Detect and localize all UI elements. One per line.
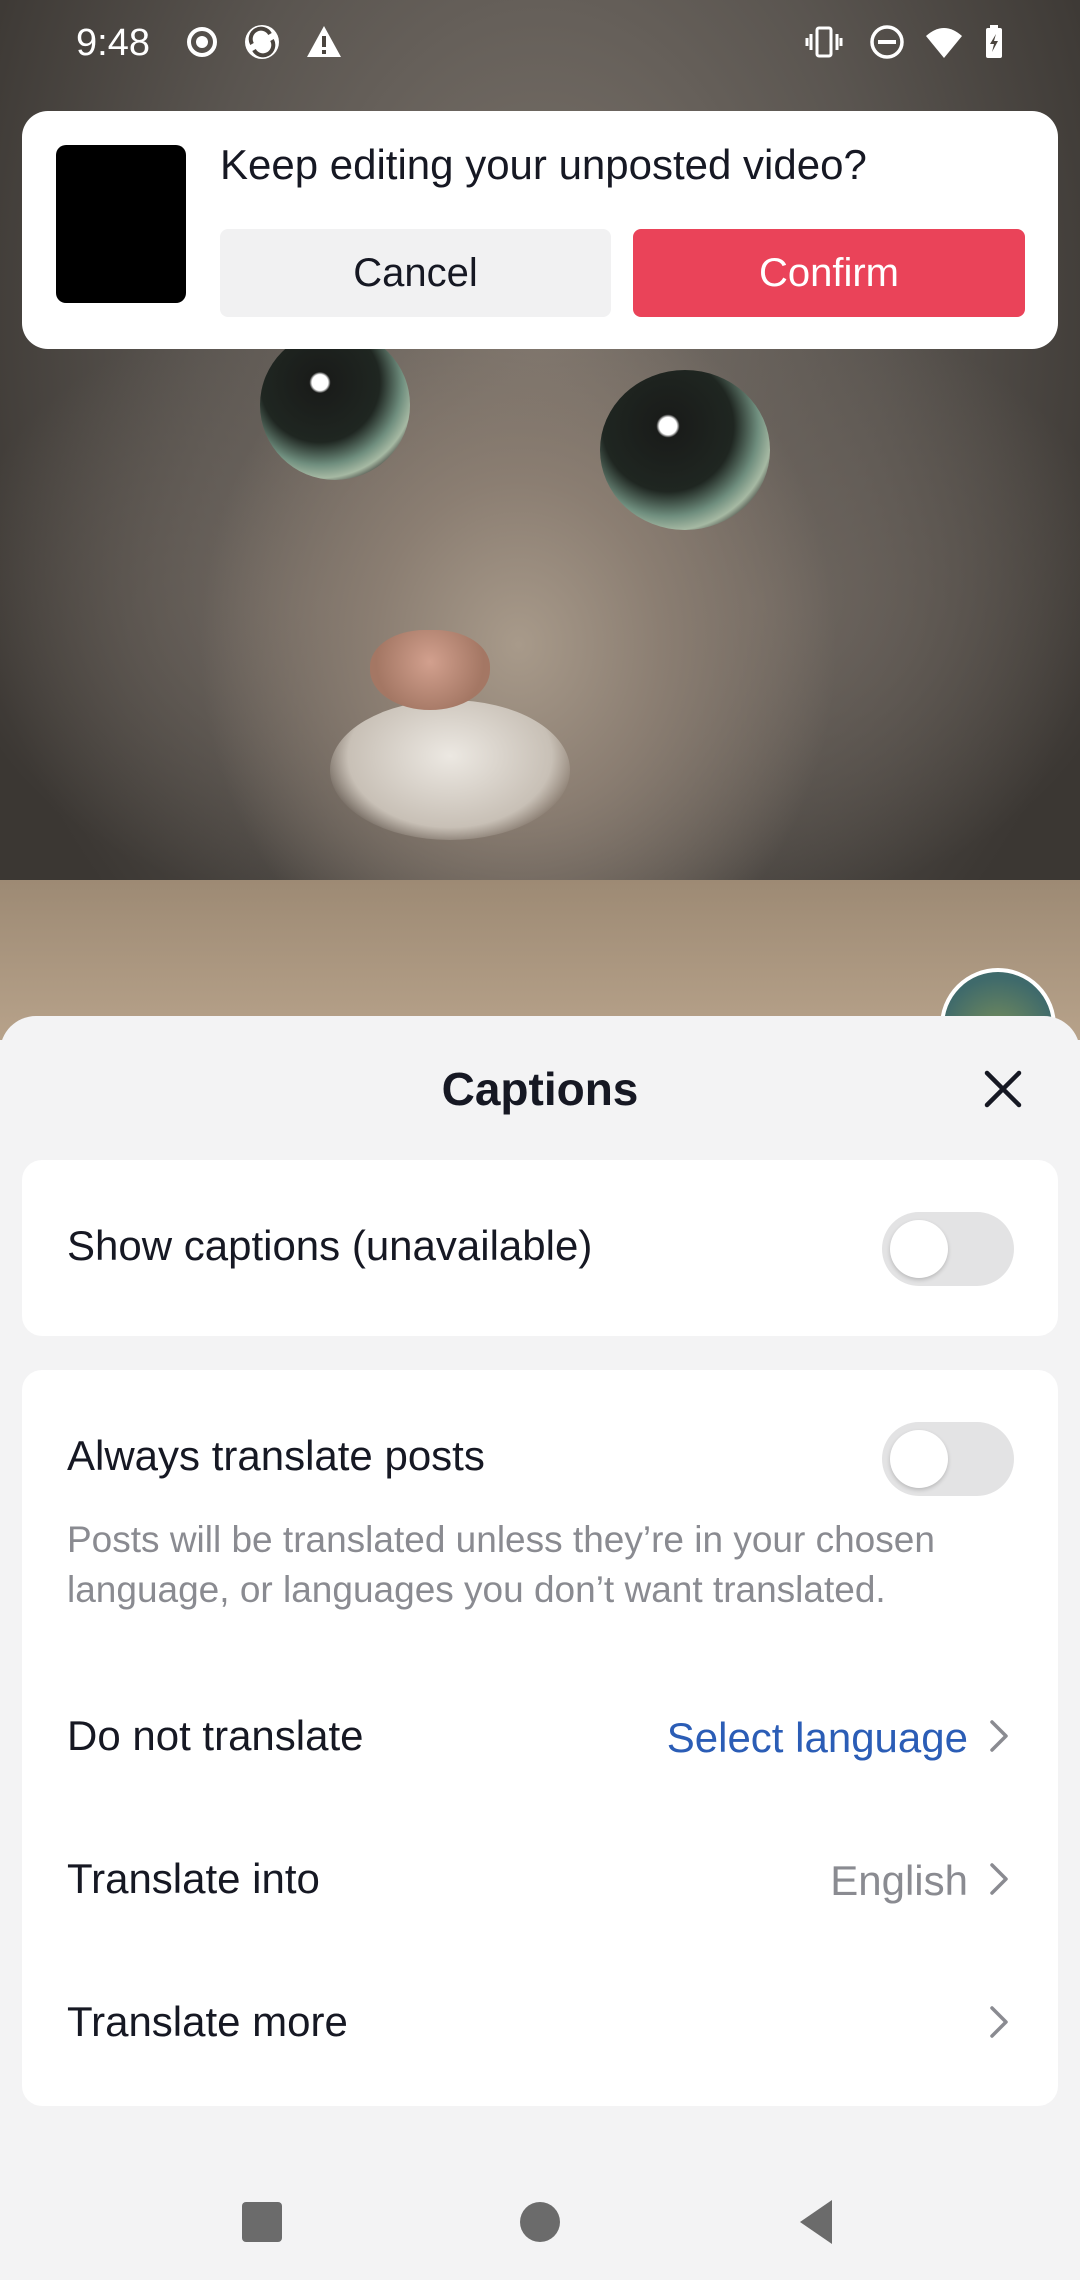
- dialog-question: Keep editing your unposted video?: [220, 141, 867, 188]
- chevron-right-icon: [984, 2002, 1014, 2042]
- status-time: 9:48: [76, 22, 150, 64]
- cat-muzzle: [330, 700, 570, 840]
- battery-icon: [972, 20, 1016, 64]
- confirm-button[interactable]: Confirm: [633, 229, 1025, 317]
- close-icon: [984, 1070, 1022, 1108]
- toggle-knob: [890, 1220, 948, 1278]
- show-captions-toggle[interactable]: [882, 1212, 1014, 1286]
- triangle-back-icon: [800, 2200, 832, 2244]
- wifi-icon: [922, 20, 966, 64]
- dnd-icon: [865, 20, 909, 64]
- alert-icon: [302, 20, 346, 64]
- record-icon: [180, 20, 224, 64]
- sheet-title: Captions: [441, 1063, 639, 1115]
- always-translate-description: Posts will be translated unless they’re …: [67, 1519, 935, 1610]
- square-icon: [242, 2202, 282, 2242]
- cat-eye-left: [260, 330, 410, 480]
- status-bar: 9:48: [0, 0, 1080, 84]
- chevron-right-icon: [984, 1716, 1014, 1756]
- translate-into-value: English: [830, 1857, 968, 1904]
- cancel-button[interactable]: Cancel: [220, 229, 611, 317]
- sync-icon: [240, 20, 284, 64]
- translate-into-label: Translate into: [67, 1855, 320, 1902]
- video-thumbnail[interactable]: [56, 145, 186, 303]
- translate-into-row[interactable]: Translate into English: [22, 1813, 1058, 1933]
- always-translate-toggle[interactable]: [882, 1422, 1014, 1496]
- show-captions-card: Show captions (unavailable): [22, 1160, 1058, 1336]
- do-not-translate-row[interactable]: Do not translate Select language: [22, 1670, 1058, 1790]
- always-translate-label: Always translate posts: [67, 1432, 485, 1479]
- unposted-video-dialog: Keep editing your unposted video? Cancel…: [22, 111, 1058, 349]
- translate-more-label: Translate more: [67, 1998, 348, 2045]
- translate-more-row[interactable]: Translate more: [22, 1956, 1058, 2076]
- select-language-link[interactable]: Select language: [667, 1714, 968, 1762]
- close-button[interactable]: [968, 1054, 1038, 1124]
- cat-eye-right: [600, 370, 770, 530]
- home-button[interactable]: [500, 2182, 580, 2262]
- recents-button[interactable]: [222, 2182, 302, 2262]
- navigation-bar: [0, 2160, 1080, 2280]
- captions-sheet: Captions Show captions (unavailable) Alw…: [0, 1016, 1080, 2280]
- translation-card: Always translate posts Posts will be tra…: [22, 1370, 1058, 2106]
- vibrate-icon: [802, 20, 846, 64]
- cat-nose: [370, 630, 490, 710]
- show-captions-label: Show captions (unavailable): [67, 1222, 593, 1269]
- chevron-right-icon: [984, 1859, 1014, 1899]
- toggle-knob: [890, 1430, 948, 1488]
- do-not-translate-label: Do not translate: [67, 1712, 364, 1759]
- circle-icon: [520, 2202, 560, 2242]
- back-button[interactable]: [778, 2182, 858, 2262]
